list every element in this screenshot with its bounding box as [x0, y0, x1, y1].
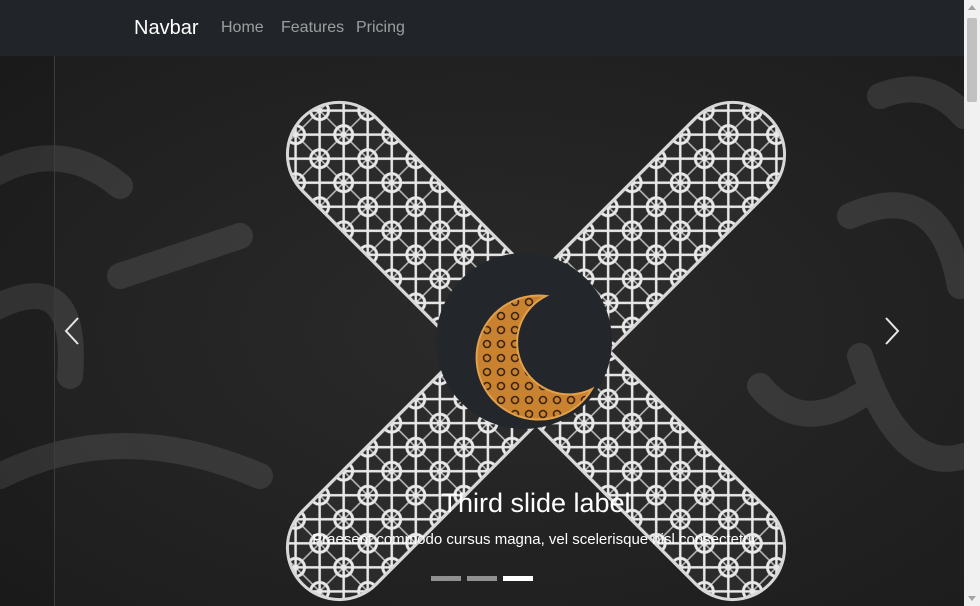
- chevron-left-icon: [64, 317, 79, 345]
- indicator-slide-3[interactable]: [503, 576, 533, 581]
- nav-link-home[interactable]: Home: [221, 18, 264, 38]
- carousel: Third slide label Praesent commodo cursu…: [0, 56, 964, 606]
- carousel-indicators: [431, 576, 533, 582]
- indicator-slide-1[interactable]: [431, 576, 461, 581]
- indicator-slide-2[interactable]: [467, 576, 497, 581]
- nav-link-pricing[interactable]: Pricing: [356, 18, 405, 38]
- navbar: Navbar Home Features Pricing: [0, 0, 964, 56]
- vertical-scrollbar[interactable]: [964, 0, 980, 606]
- scroll-down-arrow-icon[interactable]: [968, 596, 976, 601]
- carousel-caption: Third slide label Praesent commodo cursu…: [0, 486, 964, 550]
- slide-description: Praesent commodo cursus magna, vel scele…: [312, 531, 760, 548]
- scrollbar-thumb[interactable]: [967, 18, 977, 102]
- page: Navbar Home Features Pricing Third slide…: [0, 0, 980, 606]
- navbar-brand[interactable]: Navbar: [134, 16, 198, 40]
- chevron-right-icon: [885, 317, 900, 345]
- slide-title: Third slide label: [441, 488, 631, 518]
- scroll-up-arrow-icon[interactable]: [968, 5, 976, 10]
- nav-link-features[interactable]: Features: [281, 18, 344, 38]
